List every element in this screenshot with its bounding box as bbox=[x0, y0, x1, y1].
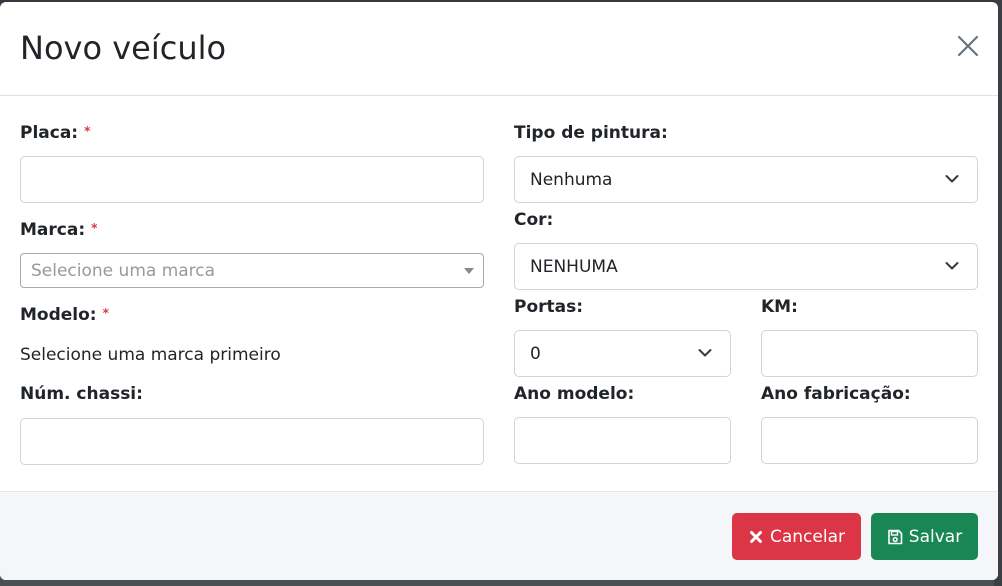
chassi-input[interactable] bbox=[20, 418, 484, 465]
cancel-button-label: Cancelar bbox=[770, 526, 845, 547]
chassi-label: Núm. chassi: bbox=[20, 384, 143, 404]
portas-select[interactable]: 0 bbox=[514, 330, 731, 377]
tipo-pintura-select[interactable]: Nenhuma bbox=[514, 156, 978, 203]
cor-value: NENHUMA bbox=[530, 257, 618, 277]
ano-fabricacao-input[interactable] bbox=[761, 417, 978, 464]
ano-fabricacao-label: Ano fabricação: bbox=[761, 384, 911, 404]
modal-footer: Cancelar Salvar bbox=[0, 491, 998, 580]
required-marker: * bbox=[91, 221, 98, 235]
modal-body: Placa: * Marca: * Selecione uma marca Mode… bbox=[0, 96, 998, 490]
chevron-down-icon bbox=[945, 262, 959, 270]
ano-modelo-input[interactable] bbox=[514, 417, 731, 464]
portas-label: Portas: bbox=[514, 297, 584, 317]
km-label: KM: bbox=[761, 297, 798, 317]
km-input[interactable] bbox=[761, 330, 978, 377]
marca-placeholder: Selecione uma marca bbox=[31, 261, 216, 281]
save-button[interactable]: Salvar bbox=[871, 513, 978, 560]
times-icon bbox=[750, 530, 762, 543]
modelo-label: Modelo: * bbox=[20, 305, 109, 325]
required-marker: * bbox=[102, 306, 109, 320]
marca-label: Marca: * bbox=[20, 220, 98, 240]
tipo-pintura-label: Tipo de pintura: bbox=[514, 123, 668, 143]
ano-modelo-label: Ano modelo: bbox=[514, 384, 635, 404]
marca-select[interactable]: Selecione uma marca bbox=[20, 253, 484, 288]
placa-input[interactable] bbox=[20, 156, 484, 203]
modal-title: Novo veículo bbox=[20, 29, 227, 67]
new-vehicle-modal: Novo veículo Placa: * Marca: * Selecione u… bbox=[0, 2, 998, 580]
modal-header: Novo veículo bbox=[0, 2, 998, 96]
cor-label: Cor: bbox=[514, 210, 554, 230]
floppy-disk-icon bbox=[887, 529, 903, 544]
chevron-down-icon bbox=[945, 175, 959, 183]
tipo-pintura-value: Nenhuma bbox=[530, 170, 613, 190]
cancel-button[interactable]: Cancelar bbox=[732, 513, 861, 560]
required-marker: * bbox=[84, 124, 91, 138]
caret-down-icon bbox=[464, 268, 474, 274]
save-button-label: Salvar bbox=[908, 526, 963, 547]
modelo-helper-text: Selecione uma marca primeiro bbox=[20, 345, 281, 365]
close-button[interactable] bbox=[954, 32, 982, 60]
placa-label: Placa: * bbox=[20, 123, 91, 143]
close-icon bbox=[957, 35, 979, 57]
portas-value: 0 bbox=[530, 344, 541, 364]
cor-select[interactable]: NENHUMA bbox=[514, 243, 978, 290]
chevron-down-icon bbox=[698, 349, 712, 357]
